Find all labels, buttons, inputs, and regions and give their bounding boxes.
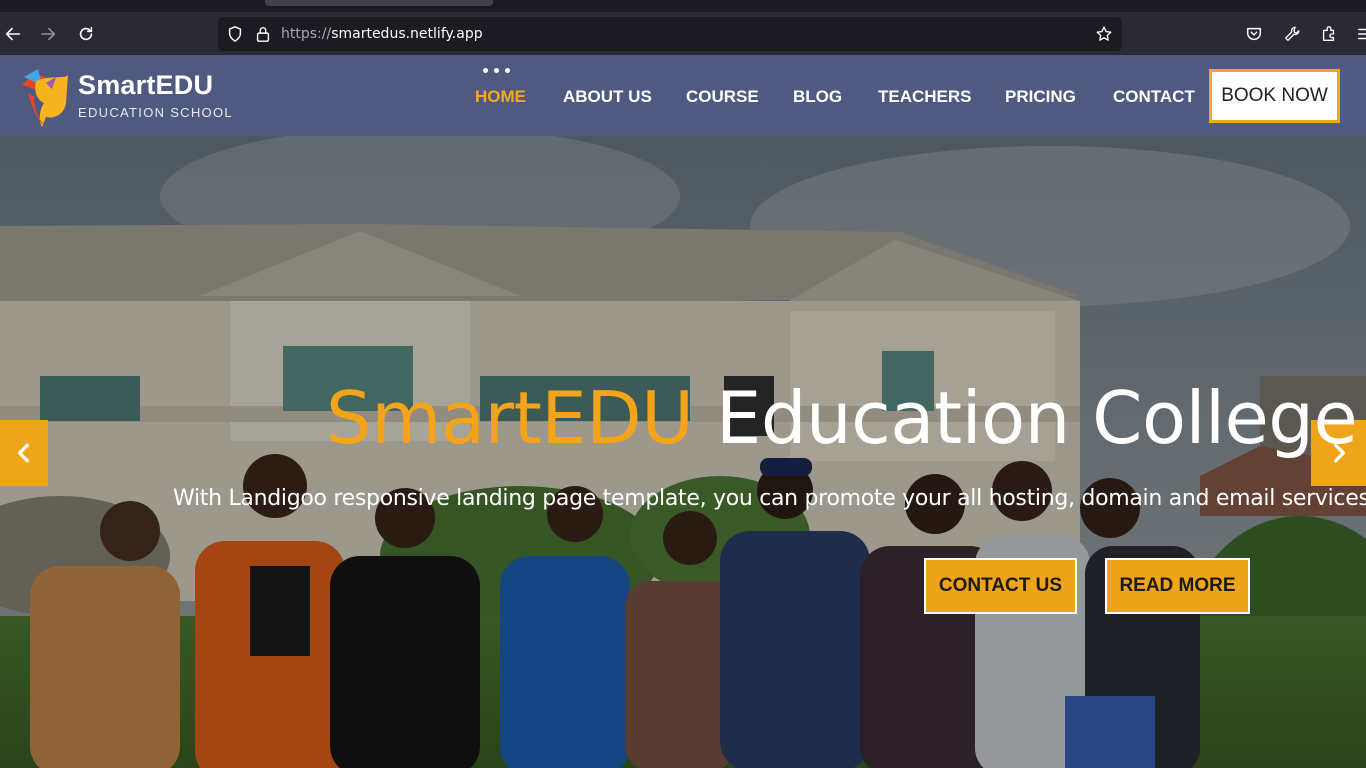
url-protocol: https:// [281, 26, 332, 42]
nav-home[interactable]: HOME [475, 87, 526, 107]
hero-title-accent: SmartEDU [326, 376, 694, 460]
nav-pricing[interactable]: PRICING [1005, 87, 1076, 107]
hero-title-rest: Education College [693, 376, 1358, 460]
nav-contact[interactable]: CONTACT [1113, 87, 1195, 107]
star-icon[interactable] [1095, 25, 1113, 43]
hero-title: SmartEDU Education College [0, 376, 1366, 460]
nav-about-us[interactable]: ABOUT US [563, 87, 652, 107]
shield-icon[interactable] [226, 25, 244, 43]
url-host: smartedus.netlify.app [331, 26, 483, 42]
read-more-button[interactable]: READ MORE [1105, 558, 1250, 614]
tab-strip [0, 0, 1366, 12]
pocket-icon[interactable] [1241, 21, 1267, 47]
logo-title[interactable]: SmartEDU [78, 70, 213, 101]
back-icon[interactable] [0, 21, 26, 47]
forward-icon[interactable] [35, 21, 61, 47]
browser-toolbar: https://smartedus.netlify.app [0, 12, 1366, 55]
logo-subtitle: EDUCATION SCHOOL [78, 105, 233, 120]
nav-course[interactable]: COURSE [686, 87, 759, 107]
active-tab[interactable] [265, 0, 493, 6]
reload-icon[interactable] [73, 21, 99, 47]
hero-slider: SmartEDU Education College With Landigoo… [0, 136, 1366, 768]
book-now-button[interactable]: BOOK NOW [1209, 69, 1340, 123]
logo-icon[interactable] [16, 63, 72, 129]
website: SmartEDU EDUCATION SCHOOL HOME ABOUT US … [0, 55, 1366, 768]
nav-teachers[interactable]: TEACHERS [878, 87, 972, 107]
hero-subtitle: With Landigoo responsive landing page te… [173, 486, 1366, 511]
extensions-icon[interactable] [1316, 21, 1342, 47]
lock-icon[interactable] [254, 25, 272, 43]
wrench-icon[interactable] [1279, 21, 1305, 47]
nav-blog[interactable]: BLOG [793, 87, 842, 107]
active-indicator-dots [483, 68, 510, 73]
url-text: https://smartedus.netlify.app [281, 26, 483, 42]
menu-icon[interactable] [1352, 21, 1366, 47]
url-bar[interactable]: https://smartedus.netlify.app [218, 17, 1122, 51]
contact-us-button[interactable]: CONTACT US [924, 558, 1077, 614]
site-navbar: SmartEDU EDUCATION SCHOOL HOME ABOUT US … [0, 55, 1366, 136]
